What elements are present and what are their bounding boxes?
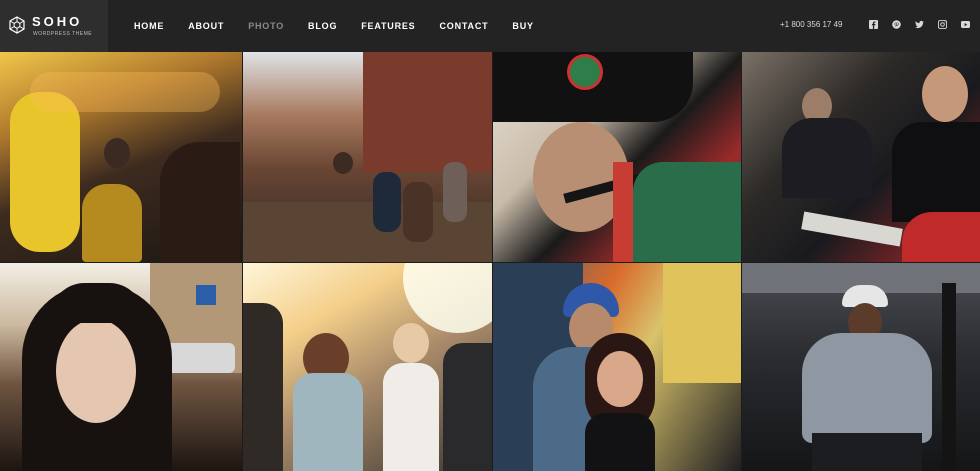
menu-item-blog[interactable]: BLOG [308,21,337,31]
menu-item-features[interactable]: FEATURES [361,21,415,31]
menu-item-contact[interactable]: CONTACT [439,21,488,31]
instagram-icon[interactable] [938,20,947,29]
menu-item-buy[interactable]: BUY [512,21,533,31]
gallery-photo-street-portrait[interactable] [0,263,242,471]
gallery-photo-rooftop-party[interactable] [243,52,492,262]
gallery-photo-police-officer[interactable] [742,263,980,471]
menu-item-photo[interactable]: PHOTO [248,21,284,31]
photo-gallery [0,52,980,471]
gallery-photo-friends-sunset[interactable] [243,263,492,471]
social-links [869,20,980,29]
facebook-icon[interactable] [869,20,878,29]
twitter-icon[interactable] [915,20,924,29]
gallery-photo-graffiti-couple[interactable] [493,263,741,471]
youtube-icon[interactable] [961,20,970,29]
gallery-photo-street-violinist[interactable] [0,52,242,262]
logo[interactable]: SOHO WordPress Theme [0,0,108,52]
gallery-photo-drummer-soldier[interactable] [493,52,741,262]
brand-name: SOHO [32,14,83,29]
main-menu: HOME ABOUT PHOTO BLOG FEATURES CONTACT B… [122,0,546,52]
top-navigation-bar: SOHO WordPress Theme HOME ABOUT PHOTO BL… [0,0,980,52]
menu-item-home[interactable]: HOME [134,21,164,31]
brand-tagline: WordPress Theme [33,31,93,37]
gallery-photo-business-meeting[interactable] [742,52,980,262]
logo-mark-icon [9,16,25,34]
pinterest-icon[interactable] [892,20,901,29]
phone-number: +1 800 356 17 49 [780,20,843,29]
menu-item-about[interactable]: ABOUT [188,21,224,31]
